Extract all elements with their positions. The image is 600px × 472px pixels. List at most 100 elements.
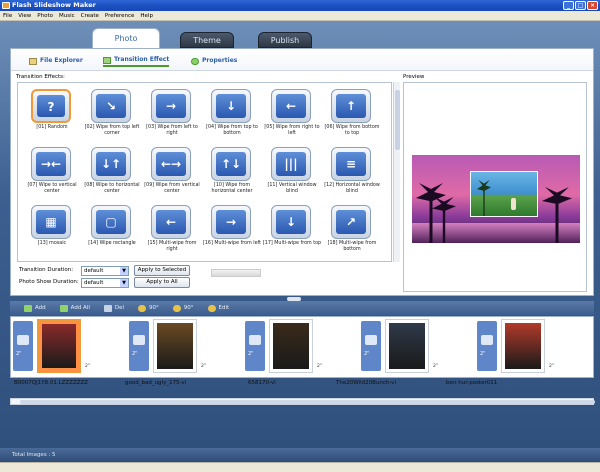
arrow-icon: ||| [276, 152, 306, 176]
transition-effect-caption: [12] Horizontal window blind [324, 183, 380, 194]
transition-duration-select[interactable]: default ▼ [81, 266, 129, 276]
effects-list: ? [01] Random ↘ [02] Wipe from top left cor… [17, 82, 392, 262]
transition-effect-item[interactable]: ↓ [17] Multi-wipe from top [262, 203, 322, 261]
transition-effect-thumbnail: ? [31, 89, 71, 123]
photo-image [42, 324, 76, 368]
transition-effect-item[interactable]: ↑↓ [10] Wipe from horizontal center [202, 145, 262, 203]
transition-icon [133, 335, 145, 345]
transition-effect-item[interactable]: ? [01] Random [22, 87, 82, 145]
add-all-label: Add All [70, 305, 90, 311]
menu-create[interactable]: Create [81, 11, 99, 20]
tab-theme[interactable]: Theme [180, 32, 234, 48]
maximize-button[interactable]: □ [575, 1, 586, 10]
menu-music[interactable]: Music [59, 11, 75, 20]
photo-show-duration-label: Photo Show Duration: [19, 279, 79, 285]
transition-effect-caption: [18] Multi-wipe from bottom [327, 241, 377, 252]
rotate-left-button[interactable]: 90° [138, 304, 159, 312]
arrow-icon: → [156, 94, 186, 118]
photo-thumbnail[interactable] [385, 319, 429, 373]
photo-thumbnail[interactable] [269, 319, 313, 373]
arrow-icon: → [216, 210, 246, 234]
photo-strip-scrollbar[interactable] [10, 398, 595, 405]
preview-pane [403, 82, 587, 292]
transition-effect-thumbnail: ↑↓ [211, 147, 251, 181]
photo-duration: 2" [317, 364, 322, 369]
photo-thumbnail[interactable] [153, 319, 197, 373]
subtab-properties[interactable]: Properties [191, 55, 237, 67]
menu-photo[interactable]: Photo [37, 11, 53, 20]
transition-effect-item[interactable]: ▦ [13] mosaic [22, 203, 82, 261]
photo-thumbnail[interactable] [501, 319, 545, 373]
edit-button[interactable]: Edit [207, 304, 229, 312]
scroll-thumb[interactable] [395, 90, 400, 150]
rotate-right-icon [172, 304, 181, 312]
photo-strip: 2" 2" 2" 2" 2" 2" 2" 2" 2" 2" [10, 316, 594, 378]
transition-slot[interactable]: 2" [245, 321, 265, 371]
arrow-icon: ← [156, 210, 186, 234]
transition-effect-item[interactable]: ↘ [02] Wipe from top left corner [82, 87, 142, 145]
rotate-right-button[interactable]: 90° [172, 304, 194, 312]
photo-filename: good_bad_ugly_175-vi [125, 380, 187, 386]
scroll-thumb[interactable] [20, 400, 595, 404]
transition-effect-thumbnail: ≡ [331, 147, 371, 181]
close-button[interactable]: × [587, 1, 598, 10]
tab-photo[interactable]: Photo [92, 28, 160, 48]
transition-slot[interactable]: 2" [13, 321, 33, 371]
add-button[interactable]: Add [24, 304, 46, 312]
transition-effect-item[interactable]: ↓ [04] Wipe from top to bottom [202, 87, 262, 145]
transition-effect-item[interactable]: ≡ [12] Horizontal window blind [322, 145, 382, 203]
transition-effect-caption: [01] Random [36, 125, 68, 130]
chevron-down-icon[interactable]: ▼ [120, 279, 128, 287]
app-icon [2, 2, 10, 9]
bottom-strip [0, 462, 600, 472]
transition-slot[interactable]: 2" [477, 321, 497, 371]
transition-effect-thumbnail: ▢ [91, 205, 131, 239]
arrow-icon: ↗ [336, 210, 366, 234]
transition-effect-caption: [16] Multi-wipe from left [202, 241, 262, 246]
transition-icon [17, 335, 29, 345]
arrow-icon: ▢ [96, 210, 126, 234]
apply-to-all-button[interactable]: Apply to All [134, 277, 190, 288]
photo-duration: 2" [549, 364, 554, 369]
transition-effect-item[interactable]: ↗ [18] Multi-wipe from bottom [322, 203, 382, 261]
transition-effect-item[interactable]: ↓↑ [08] Wipe to horizontal center [82, 145, 142, 203]
subtab-transition-effect[interactable]: Transition Effect [103, 55, 170, 67]
menu-preference[interactable]: Preference [105, 11, 134, 20]
arrow-icon: ▦ [36, 210, 66, 234]
delete-icon [103, 304, 112, 312]
transition-effect-item[interactable]: ||| [11] Vertical window blind [262, 145, 322, 203]
transition-effect-thumbnail: → [211, 205, 251, 239]
transition-effect-item[interactable]: ↑ [06] Wipe from bottom to top [322, 87, 382, 145]
menu-help[interactable]: Help [140, 11, 153, 20]
transition-duration: 2" [16, 351, 22, 357]
minimize-button[interactable]: _ [563, 1, 574, 10]
photo-show-duration-select[interactable]: default ▼ [81, 278, 129, 288]
transition-slot[interactable]: 2" [129, 321, 149, 371]
edit-icon [207, 304, 216, 312]
arrow-icon: ←→ [156, 152, 186, 176]
transition-effect-item[interactable]: →← [07] Wipe to vertical center [22, 145, 82, 203]
transition-effect-caption: [14] Wipe rectangle [88, 241, 136, 246]
transition-effect-item[interactable]: ← [05] Wipe from right to left [262, 87, 322, 145]
photo-thumbnail[interactable] [37, 319, 81, 373]
transition-effect-item[interactable]: ▢ [14] Wipe rectangle [82, 203, 142, 261]
transition-effect-caption: [07] Wipe to vertical center [27, 183, 77, 194]
apply-to-selected-button[interactable]: Apply to Selected [134, 265, 190, 276]
subtab-file-explorer[interactable]: File Explorer [29, 55, 83, 67]
menu-view[interactable]: View [18, 11, 31, 20]
menu-file[interactable]: File [3, 11, 12, 20]
transition-effect-item[interactable]: ←→ [09] Wipe from vertical center [142, 145, 202, 203]
chevron-down-icon[interactable]: ▼ [120, 267, 128, 275]
transition-slot[interactable]: 2" [361, 321, 381, 371]
arrow-icon: ≡ [336, 152, 366, 176]
add-all-button[interactable]: Add All [59, 304, 90, 312]
transition-effect-thumbnail: ← [151, 205, 191, 239]
transition-effect-item[interactable]: → [16] Multi-wipe from left [202, 203, 262, 261]
delete-button[interactable]: Del [103, 304, 124, 312]
folder-icon [29, 57, 37, 65]
transition-effect-item[interactable]: → [03] Wipe from left to right [142, 87, 202, 145]
tab-publish[interactable]: Publish [258, 32, 312, 48]
rotate-left-label: 90° [149, 305, 159, 311]
effects-scrollbar[interactable] [393, 82, 400, 262]
transition-effect-item[interactable]: ← [15] Multi-wipe from right [142, 203, 202, 261]
